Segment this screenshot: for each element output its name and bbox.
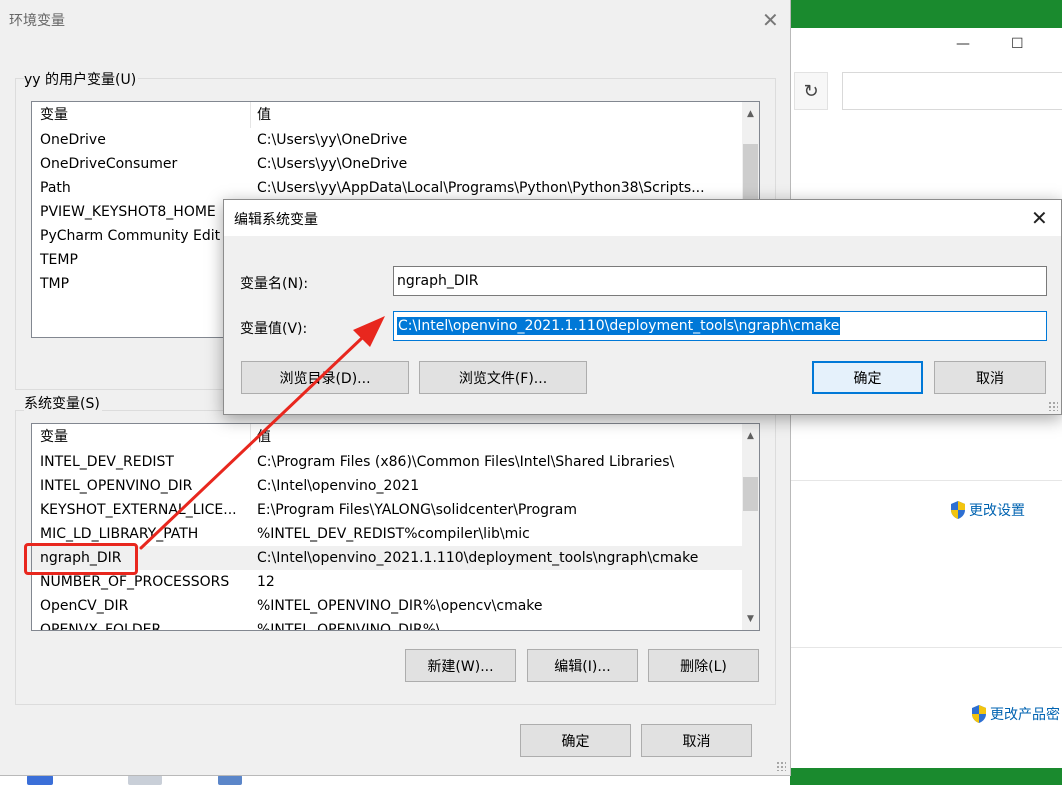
change-product-key-label: 更改产品密 [990,707,1060,723]
table-row[interactable]: OpenCV_DIR %INTEL_OPENVINO_DIR%\opencv\cm… [32,594,742,618]
variable-name-cell: OneDriveConsumer [40,156,178,172]
scroll-up-icon[interactable]: ▲ [742,105,759,122]
variable-name-cell: PVIEW_KEYSHOT8_HOME [40,204,216,220]
variable-value-cell: %INTEL_OPENVINO_DIR%\opencv\cmake [257,598,543,614]
column-header-value[interactable]: 值 [251,424,742,450]
new-button[interactable]: 新建(W)... [405,649,516,682]
window-title: 环境变量 [9,13,65,29]
variable-value-cell: C:\Intel\openvino_2021 [257,478,420,494]
shield-icon [951,501,965,519]
variable-value-cell: E:\Program Files\YALONG\solidcenter\Prog… [257,502,577,518]
table-row[interactable]: OneDrive C:\Users\yy\OneDrive [32,128,742,152]
refresh-icon: ↻ [803,80,819,102]
ok-button[interactable]: 确定 [520,724,631,757]
close-icon[interactable]: ✕ [1031,208,1048,228]
divider [790,647,1062,648]
taskbar-app-icon[interactable] [128,775,162,785]
variable-value-cell: C:\Users\yy\OneDrive [257,156,408,172]
variable-name-cell: KEYSHOT_EXTERNAL_LICE... [40,502,237,518]
variable-value-cell: %INTEL_DEV_REDIST%compiler\lib\mic [257,526,530,542]
table-row[interactable]: ngraph_DIR C:\Intel\openvino_2021.1.110\d… [32,546,742,570]
user-variables-title: yy 的用户变量(U) [24,69,139,89]
variable-value-cell: C:\Intel\openvino_2021.1.110\deployment_… [257,550,699,566]
scroll-down-icon[interactable]: ▼ [742,610,759,627]
variable-name-cell: OpenCV_DIR [40,598,129,614]
variable-value-field[interactable]: C:\Intel\openvino_2021.1.110\deployment_… [393,311,1047,341]
background-window-titlebar [790,0,1062,28]
variable-value-cell: %INTEL_OPENVINO_DIR%\ [257,622,441,631]
change-settings-link[interactable]: 更改设置 [949,500,1025,520]
highlight-box [24,543,138,575]
table-row[interactable]: INTEL_OPENVINO_DIR C:\Intel\openvino_2021 [32,474,742,498]
dialog-titlebar: 编辑系统变量 ✕ [224,200,1061,236]
browse-directory-button[interactable]: 浏览目录(D)... [241,361,409,394]
list-header: 变量 值 [32,102,742,128]
edit-button[interactable]: 编辑(I)... [527,649,638,682]
edit-system-variable-dialog: 编辑系统变量 ✕ 变量名(N): ngraph_DIR 变量值(V): C:\I… [223,199,1062,415]
list-header: 变量 值 [32,424,742,450]
variable-name-cell: Path [40,180,71,196]
background-window-bottom [790,768,1062,785]
table-row[interactable]: MIC_LD_LIBRARY_PATH %INTEL_DEV_REDIST%com… [32,522,742,546]
variable-name-cell: OneDrive [40,132,106,148]
scroll-thumb[interactable] [743,477,758,511]
taskbar-app-icon[interactable] [218,775,242,785]
column-header-name[interactable]: 变量 [32,102,251,128]
shield-icon [972,705,986,723]
table-row[interactable]: Path C:\Users\yy\AppData\Local\Programs\P… [32,176,742,200]
refresh-button[interactable]: ↻ [794,72,828,110]
table-row[interactable]: NUMBER_OF_PROCESSORS 12 [32,570,742,594]
scroll-thumb[interactable] [743,144,758,204]
divider [790,480,1062,481]
resize-grip[interactable] [1048,401,1058,411]
variable-name-cell: TMP [40,276,70,292]
minimize-icon[interactable]: — [956,36,970,52]
variable-name-field[interactable]: ngraph_DIR [393,266,1047,296]
variable-name-cell: INTEL_DEV_REDIST [40,454,174,470]
system-variables-list[interactable]: 变量 值 INTEL_DEV_REDIST C:\Program Files (x… [31,423,760,631]
dialog-cancel-button[interactable]: 取消 [934,361,1046,394]
variable-name-cell: INTEL_OPENVINO_DIR [40,478,193,494]
table-row[interactable]: OneDriveConsumer C:\Users\yy\OneDrive [32,152,742,176]
change-settings-label: 更改设置 [969,503,1025,519]
variable-name-label: 变量名(N): [240,276,309,292]
table-row[interactable]: KEYSHOT_EXTERNAL_LICE... E:\Program Files… [32,498,742,522]
column-header-name[interactable]: 变量 [32,424,251,450]
variable-name-cell: PyCharm Community Edit [40,228,221,244]
vertical-scrollbar[interactable]: ▲ ▼ [742,424,759,630]
variable-value-cell: C:\Users\yy\OneDrive [257,132,408,148]
browse-file-button[interactable]: 浏览文件(F)... [419,361,587,394]
variable-value-label: 变量值(V): [240,321,308,337]
variable-name-cell: TEMP [40,252,78,268]
column-header-value[interactable]: 值 [251,102,742,128]
variable-value-cell: 12 [257,574,275,590]
scroll-up-icon[interactable]: ▲ [742,427,759,444]
resize-grip[interactable] [776,761,786,771]
selected-text: C:\Intel\openvino_2021.1.110\deployment_… [397,317,841,335]
maximize-icon[interactable]: ☐ [1011,36,1024,52]
variable-name-cell: OPENVX_FOLDER [40,622,162,631]
delete-button[interactable]: 删除(L) [648,649,759,682]
close-icon[interactable]: ✕ [762,10,779,30]
system-variables-title: 系统变量(S) [24,393,102,413]
variable-value-cell: C:\Users\yy\AppData\Local\Programs\Pytho… [257,180,705,196]
address-field[interactable] [842,72,1062,110]
table-row[interactable]: OPENVX_FOLDER %INTEL_OPENVINO_DIR%\ [32,618,742,631]
change-product-key-link[interactable]: 更改产品密 [970,704,1060,724]
cancel-button[interactable]: 取消 [641,724,752,757]
table-row[interactable]: INTEL_DEV_REDIST C:\Program Files (x86)\C… [32,450,742,474]
taskbar-app-icon[interactable] [27,775,53,785]
dialog-title: 编辑系统变量 [234,212,318,228]
variable-value-cell: C:\Program Files (x86)\Common Files\Inte… [257,454,675,470]
dialog-ok-button[interactable]: 确定 [812,361,923,394]
